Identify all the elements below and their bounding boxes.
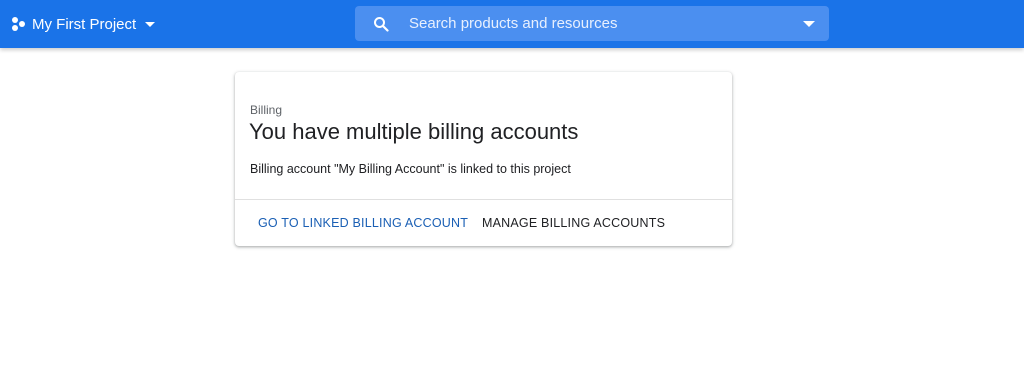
billing-card: Billing You have multiple billing accoun… xyxy=(235,72,732,246)
project-icon xyxy=(10,16,26,32)
manage-billing-accounts-button[interactable]: MANAGE BILLING ACCOUNTS xyxy=(482,211,665,235)
go-to-linked-billing-account-button[interactable]: GO TO LINKED BILLING ACCOUNT xyxy=(258,211,468,235)
project-name: My First Project xyxy=(32,15,137,33)
caret-down-icon xyxy=(144,18,156,30)
card-section-label: Billing xyxy=(250,103,283,117)
search-input[interactable] xyxy=(409,6,797,41)
search-expand-icon[interactable] xyxy=(797,12,821,36)
project-picker[interactable]: My First Project xyxy=(6,10,160,38)
card-title: You have multiple billing accounts xyxy=(249,119,579,144)
search-bar xyxy=(355,6,829,41)
card-divider xyxy=(235,199,732,200)
card-body-text: Billing account "My Billing Account" is … xyxy=(250,162,571,176)
search-icon[interactable] xyxy=(371,14,391,34)
top-app-bar: My First Project xyxy=(0,0,1024,48)
